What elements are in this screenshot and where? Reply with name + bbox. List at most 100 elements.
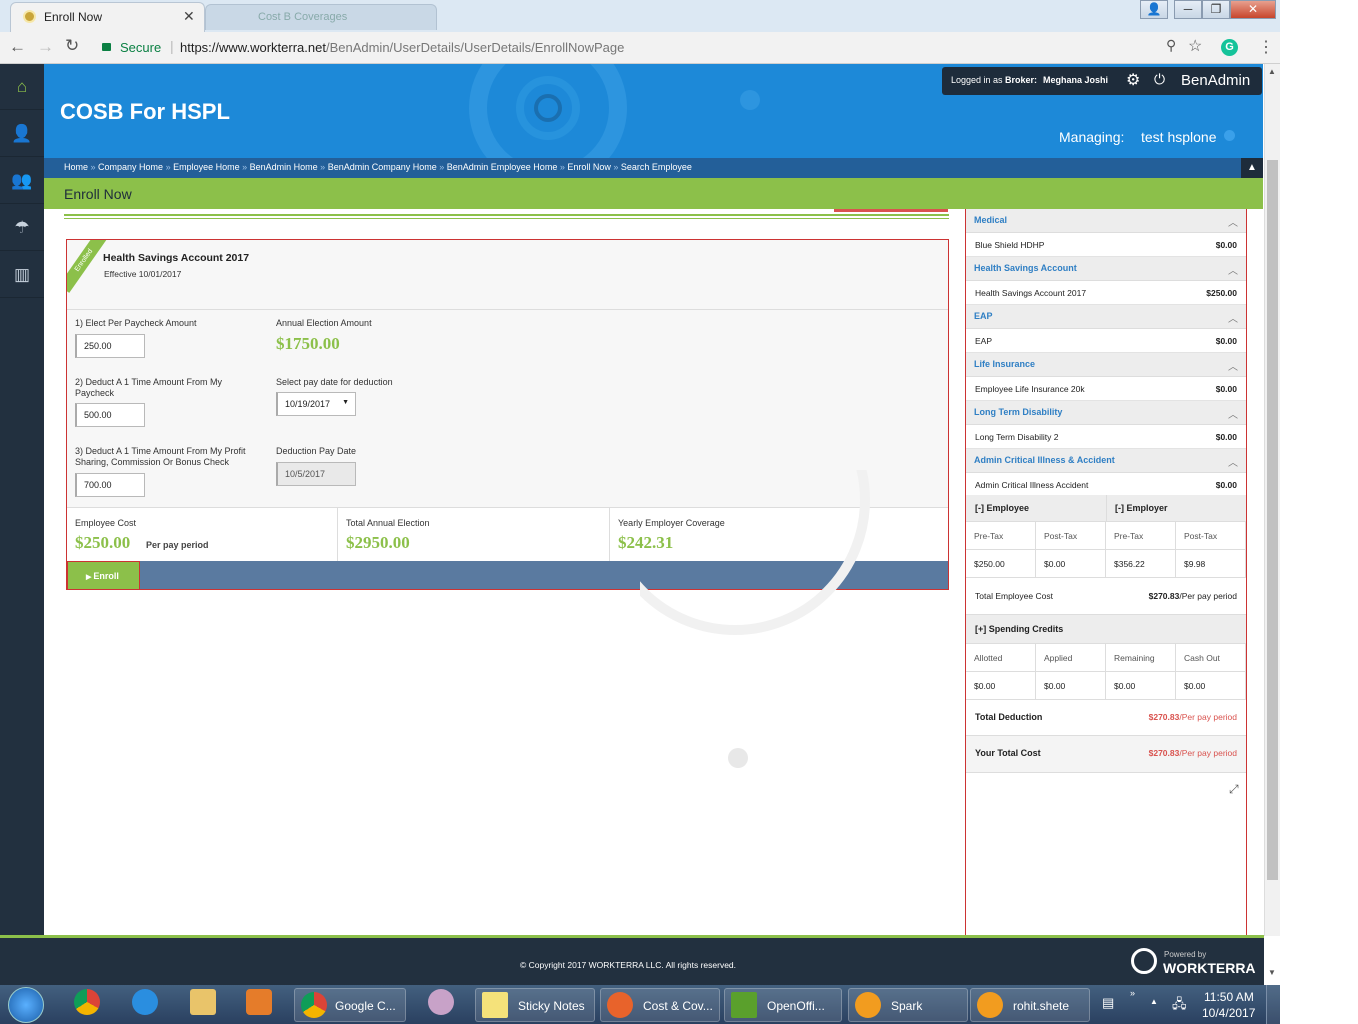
user-profile-icon[interactable]: 👤 — [1140, 0, 1168, 19]
taskbar-item-chrome[interactable]: Google C... — [294, 988, 406, 1022]
summary-section-header[interactable]: Long Term Disability ︿ — [966, 401, 1246, 425]
summary-section-header[interactable]: Life Insurance ︿ — [966, 353, 1246, 377]
clock-date[interactable]: 10/4/2017 — [1202, 1006, 1255, 1020]
taskbar-item-spark[interactable]: Spark — [848, 988, 968, 1022]
taskbar-item-label: Cost & Cov... — [643, 999, 713, 1013]
per-pay-period-label: /Per pay period — [1179, 591, 1237, 601]
scroll-up-icon[interactable]: ▲ — [1268, 67, 1276, 76]
scroll-thumb[interactable] — [1267, 160, 1278, 880]
taskbar-item-label: OpenOffi... — [767, 999, 825, 1013]
deduct-bonus-input[interactable]: 700.00 — [75, 473, 145, 497]
summary-section-header[interactable]: Medical ︿ — [966, 209, 1246, 233]
breadcrumb-separator: » — [436, 162, 447, 172]
paydate-select[interactable]: 10/19/2017 ▼ — [276, 392, 356, 416]
cost-cell-value: $356.22 — [1106, 550, 1176, 578]
paint-pinned-icon[interactable] — [428, 989, 454, 1015]
tab-close-icon[interactable]: ✕ — [183, 8, 195, 25]
chevron-up-icon[interactable]: ︿ — [1228, 262, 1238, 277]
elect-paycheck-input[interactable]: 250.00 — [75, 334, 145, 358]
summary-plan-name: Employee Life Insurance 20k — [975, 384, 1085, 394]
deduct-paycheck-input[interactable]: 500.00 — [75, 403, 145, 427]
spark-icon — [855, 992, 881, 1018]
scroll-down-icon[interactable]: ▼ — [1268, 968, 1276, 977]
bookmark-star-icon[interactable]: ☆ — [1188, 36, 1202, 56]
taskbar-item-sticky-notes[interactable]: Sticky Notes — [475, 988, 595, 1022]
chevron-up-icon[interactable]: ︿ — [1228, 454, 1238, 469]
summary-plan-amount: $250.00 — [1206, 288, 1237, 298]
enroll-button[interactable]: ▶ Enroll — [67, 561, 140, 589]
menu-kebab-icon[interactable]: ⋮ — [1258, 37, 1274, 57]
benefits-icon[interactable]: ☂ — [0, 205, 44, 251]
url-field[interactable]: https://www.workterra.net/BenAdmin/UserD… — [180, 40, 624, 55]
breadcrumb-list: Home » Company Home » Employee Home » Be… — [64, 162, 692, 172]
summary-section-header[interactable]: Admin Critical Illness & Accident ︿ — [966, 449, 1246, 473]
grammarly-extension-icon[interactable]: G — [1221, 39, 1238, 56]
clock-time[interactable]: 11:50 AM — [1204, 990, 1254, 1004]
tab-enroll-now[interactable]: Enroll Now ✕ — [10, 2, 205, 32]
breadcrumb-link[interactable]: Company Home — [98, 162, 163, 172]
employee-toggle[interactable]: [-] Employee — [975, 503, 1029, 513]
summary-section-title: Health Savings Account — [974, 263, 1077, 273]
zoom-icon[interactable]: ⚲ — [1166, 37, 1176, 54]
taskbar-item-openoffice[interactable]: OpenOffi... — [724, 988, 842, 1022]
breadcrumb-link[interactable]: BenAdmin Home — [250, 162, 318, 172]
content-top-accent — [834, 209, 948, 212]
url-host: https://www.workterra.net — [180, 40, 326, 55]
close-window-icon[interactable]: ✕ — [1230, 0, 1276, 19]
deduct-paycheck-label: 2) Deduct A 1 Time Amount From My Payche… — [75, 377, 223, 398]
deduction-date-field: 10/5/2017 — [276, 462, 356, 486]
cost-cell-header: Post-Tax — [1036, 522, 1106, 550]
expand-icon[interactable]: ⤢ — [1229, 782, 1239, 797]
chevron-up-icon[interactable]: ︿ — [1228, 406, 1238, 421]
breadcrumb-link[interactable]: Home — [64, 162, 88, 172]
summary-plan-amount: $0.00 — [1215, 336, 1237, 346]
chevron-up-icon[interactable]: ︿ — [1228, 358, 1238, 373]
home-icon[interactable]: ⌂ — [0, 64, 44, 110]
taskbar-item-rohit[interactable]: rohit.shete — [970, 988, 1090, 1022]
summary-section-header[interactable]: Health Savings Account ︿ — [966, 257, 1246, 281]
chevron-up-icon[interactable]: ︿ — [1228, 310, 1238, 325]
taskbar-item-firefox[interactable]: Cost & Cov... — [600, 988, 720, 1022]
forward-icon[interactable]: → — [37, 37, 54, 57]
tray-up-arrow-icon[interactable]: ▲ — [1150, 997, 1158, 1006]
page-scrollbar[interactable]: ▲ ▼ — [1264, 64, 1280, 977]
breadcrumb-link[interactable]: Employee Home — [173, 162, 240, 172]
info-icon[interactable] — [1224, 130, 1235, 141]
network-icon[interactable]: 🖧 — [1172, 995, 1187, 1017]
employer-toggle[interactable]: [-] Employer — [1115, 503, 1168, 513]
logged-in-role: Broker: — [1005, 75, 1038, 85]
users-icon[interactable]: 👥 — [0, 158, 44, 204]
show-desktop-button[interactable] — [1266, 985, 1280, 1024]
breadcrumb-link[interactable]: BenAdmin Employee Home — [447, 162, 558, 172]
managing-value[interactable]: test hsplone — [1141, 129, 1217, 145]
ie-pinned-icon[interactable] — [132, 989, 158, 1015]
summary-section-title: Admin Critical Illness & Accident — [974, 455, 1115, 465]
start-button-icon[interactable] — [8, 987, 44, 1023]
reports-icon[interactable]: ▥ — [0, 252, 44, 298]
reload-icon[interactable]: ↻ — [65, 36, 79, 56]
settings-gear-icon[interactable]: ⚙ — [1126, 70, 1140, 90]
spend-cell-header: Applied — [1036, 644, 1106, 672]
media-player-pinned-icon[interactable] — [246, 989, 272, 1015]
breadcrumb-link[interactable]: Enroll Now — [567, 162, 611, 172]
cost-cell-header: Pre-Tax — [966, 522, 1036, 550]
collapse-header-icon[interactable]: ▲ — [1241, 158, 1263, 178]
breadcrumb-link[interactable]: BenAdmin Company Home — [328, 162, 437, 172]
explorer-pinned-icon[interactable] — [190, 989, 216, 1015]
power-icon[interactable]: ⏻ — [1154, 71, 1165, 88]
back-icon[interactable]: ← — [9, 37, 26, 57]
chrome-pinned-icon[interactable] — [74, 989, 100, 1015]
summary-section-header[interactable]: EAP ︿ — [966, 305, 1246, 329]
user-icon[interactable]: 👤 — [0, 111, 44, 157]
tab-cost-coverages[interactable]: Cost B Coverages — [205, 4, 437, 30]
maximize-icon[interactable]: ❐ — [1202, 0, 1230, 19]
minimize-icon[interactable]: ─ — [1174, 0, 1202, 19]
breadcrumb: Home » Company Home » Employee Home » Be… — [44, 158, 1263, 178]
tray-expand-icon[interactable]: » — [1130, 988, 1135, 998]
tray-folder-icon[interactable]: ▤ — [1102, 995, 1114, 1011]
window-controls: 👤 ─ ❐ ✕ — [1140, 0, 1278, 20]
chevron-up-icon[interactable]: ︿ — [1228, 214, 1238, 229]
per-pay-period-label: /Per pay period — [1179, 712, 1237, 722]
spending-credits-header[interactable]: [+] Spending Credits — [966, 615, 1246, 644]
breadcrumb-link[interactable]: Search Employee — [621, 162, 692, 172]
